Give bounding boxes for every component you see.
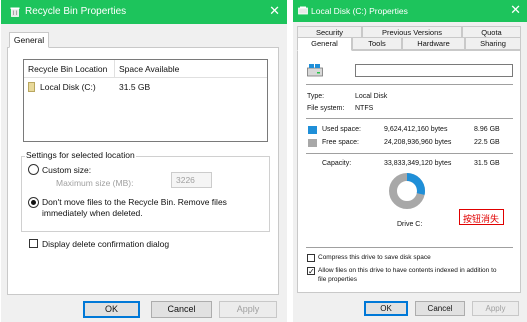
used-space-bytes: 9,624,412,160 bytes bbox=[384, 126, 448, 133]
column-header-space[interactable]: Space Available bbox=[119, 64, 179, 74]
free-space-label: Free space: bbox=[322, 139, 359, 146]
compress-label[interactable]: Compress this drive to save disk space bbox=[318, 254, 431, 261]
column-header-location[interactable]: Recycle Bin Location bbox=[28, 64, 107, 74]
dont-move-files-label-line2[interactable]: immediately when deleted. bbox=[42, 208, 143, 218]
used-space-label: Used space: bbox=[322, 126, 361, 133]
disk-usage-donut bbox=[389, 173, 425, 209]
dont-move-files-label[interactable]: Don't move files to the Recycle Bin. Rem… bbox=[42, 197, 227, 207]
free-space-swatch bbox=[308, 139, 317, 147]
window-title: Local Disk (C:) Properties bbox=[311, 6, 408, 16]
ok-button[interactable]: OK bbox=[364, 301, 408, 316]
fs-label: File system: bbox=[307, 105, 345, 112]
cancel-button[interactable]: Cancel bbox=[151, 301, 212, 318]
table-row[interactable]: Local Disk (C:) 31.5 GB bbox=[26, 80, 254, 94]
window-title: Recycle Bin Properties bbox=[25, 6, 127, 17]
max-size-label: Maximum size (MB): bbox=[56, 178, 134, 188]
divider bbox=[306, 153, 513, 154]
custom-size-label[interactable]: Custom size: bbox=[42, 165, 91, 175]
drive-icon bbox=[28, 82, 35, 92]
close-icon[interactable]: ✕ bbox=[510, 2, 521, 18]
settings-group-label: Settings for selected location bbox=[25, 150, 136, 160]
general-tab-panel: Recycle Bin Location Space Available Loc… bbox=[7, 47, 279, 295]
divider bbox=[306, 247, 513, 248]
tab-general[interactable]: General bbox=[297, 37, 352, 51]
used-space-gb: 8.96 GB bbox=[474, 126, 500, 133]
used-space-swatch bbox=[308, 126, 317, 134]
type-value: Local Disk bbox=[355, 93, 388, 100]
tab-tools[interactable]: Tools bbox=[352, 37, 402, 50]
free-space-gb: 22.5 GB bbox=[474, 139, 500, 146]
dont-move-files-radio[interactable] bbox=[28, 197, 39, 208]
title-bar[interactable]: Recycle Bin Properties ✕ bbox=[1, 0, 287, 24]
type-label: Type: bbox=[307, 93, 325, 100]
drive-icon bbox=[307, 64, 323, 77]
confirm-dialog-label[interactable]: Display delete confirmation dialog bbox=[42, 239, 169, 249]
divider bbox=[306, 84, 513, 85]
general-tab-panel: Type: Local Disk File system: NTFS Used … bbox=[297, 50, 521, 293]
index-checkbox[interactable]: ✓ bbox=[307, 267, 315, 276]
confirm-dialog-checkbox[interactable] bbox=[29, 239, 38, 248]
apply-button[interactable]: Apply bbox=[219, 301, 277, 318]
annotation-box: 按钮消失 bbox=[459, 209, 504, 225]
drive-icon bbox=[298, 6, 308, 15]
location-cell: Local Disk (C:) bbox=[40, 82, 96, 92]
ok-button[interactable]: OK bbox=[83, 301, 140, 318]
capacity-bytes: 33,833,349,120 bytes bbox=[384, 160, 452, 167]
space-cell: 31.5 GB bbox=[119, 82, 151, 92]
cancel-button[interactable]: Cancel bbox=[415, 301, 465, 316]
annotation-text: 按钮消失 bbox=[463, 214, 500, 224]
local-disk-properties-window: Local Disk (C:) Properties ✕ Security Pr… bbox=[293, 0, 527, 322]
tab-hardware[interactable]: Hardware bbox=[402, 37, 465, 50]
custom-size-radio[interactable] bbox=[28, 164, 39, 175]
title-bar[interactable]: Local Disk (C:) Properties ✕ bbox=[293, 0, 527, 22]
recycle-bin-properties-window: Recycle Bin Properties ✕ General Recycle… bbox=[1, 0, 287, 322]
drive-label: Drive C: bbox=[397, 221, 423, 228]
drive-name-input[interactable] bbox=[355, 64, 513, 77]
recycle-bin-location-table[interactable]: Recycle Bin Location Space Available Loc… bbox=[23, 59, 268, 142]
apply-button[interactable]: Apply bbox=[472, 301, 519, 316]
recycle-bin-icon bbox=[10, 7, 20, 17]
tab-general[interactable]: General bbox=[9, 32, 49, 48]
divider bbox=[306, 118, 513, 119]
tab-sharing[interactable]: Sharing bbox=[465, 37, 521, 50]
table-header-row: Recycle Bin Location Space Available bbox=[24, 60, 267, 78]
max-size-input[interactable]: 3226 bbox=[171, 172, 212, 188]
close-icon[interactable]: ✕ bbox=[269, 3, 280, 19]
capacity-label: Capacity: bbox=[322, 160, 352, 167]
fs-value: NTFS bbox=[355, 105, 374, 112]
free-space-bytes: 24,208,936,960 bytes bbox=[384, 139, 452, 146]
column-divider bbox=[114, 60, 115, 78]
capacity-gb: 31.5 GB bbox=[474, 160, 500, 167]
compress-checkbox[interactable] bbox=[307, 254, 315, 262]
index-label-line2[interactable]: file properties bbox=[318, 276, 357, 283]
index-label[interactable]: Allow files on this drive to have conten… bbox=[318, 267, 497, 274]
